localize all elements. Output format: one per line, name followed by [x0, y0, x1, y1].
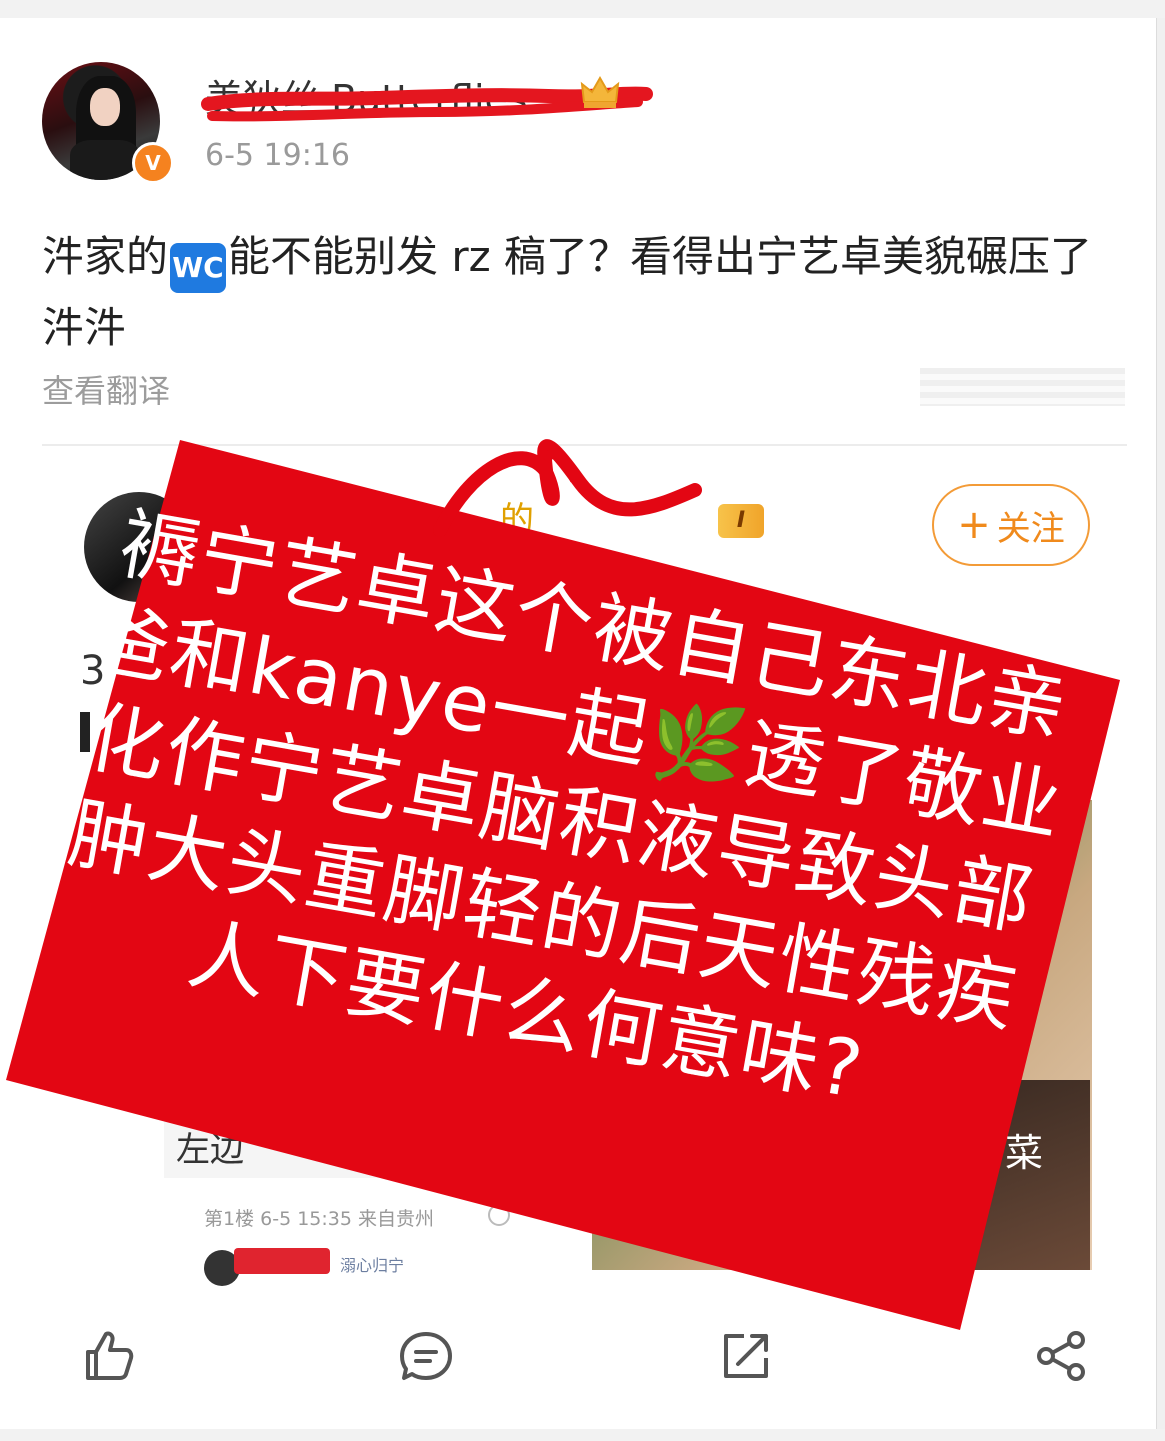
post-text-part1: 汼家的 [42, 232, 169, 281]
follow-button[interactable]: + 关注 [932, 484, 1090, 566]
crown-icon [580, 75, 620, 108]
quoted-side-text: 菜 [1005, 1131, 1044, 1175]
quoted-meta: 第1楼 6-5 15:35 来自贵州 [204, 1208, 434, 1230]
redaction-block [234, 1248, 330, 1274]
quoted-number: 3 [80, 648, 106, 694]
wc-badge-icon: WC [170, 243, 227, 293]
quoted-avatar[interactable] [84, 492, 194, 602]
divider [42, 444, 1127, 446]
thumbs-up-icon[interactable] [78, 1326, 138, 1386]
post-text: 汼家的 WC 能不能别发 rz 稿了？看得出宁艺卓美貌碾压了汼汼 [42, 222, 1132, 363]
verified-badge-icon: V [132, 142, 174, 184]
repost-icon[interactable] [716, 1326, 776, 1386]
level-badge-icon: I [718, 504, 764, 538]
quoted-caption: 左边 [176, 1130, 244, 1170]
comment-tag: 溺心归宁 [340, 1256, 405, 1275]
post-timestamp: 6-5 19:16 [205, 138, 350, 173]
top-bar [0, 0, 1165, 18]
blurred-area [920, 368, 1125, 406]
translate-link[interactable]: 查看翻译 [42, 366, 170, 412]
plus-icon: + [957, 502, 991, 548]
quoted-username[interactable]: 的 [500, 492, 534, 541]
scrollbar[interactable] [1156, 18, 1165, 1441]
bottom-edge [0, 1429, 1165, 1441]
clock-icon [488, 1204, 510, 1226]
share-icon[interactable] [1032, 1326, 1092, 1386]
comment-icon[interactable] [396, 1326, 456, 1386]
follow-label: 关注 [996, 508, 1065, 549]
quoted-mark [80, 712, 90, 752]
